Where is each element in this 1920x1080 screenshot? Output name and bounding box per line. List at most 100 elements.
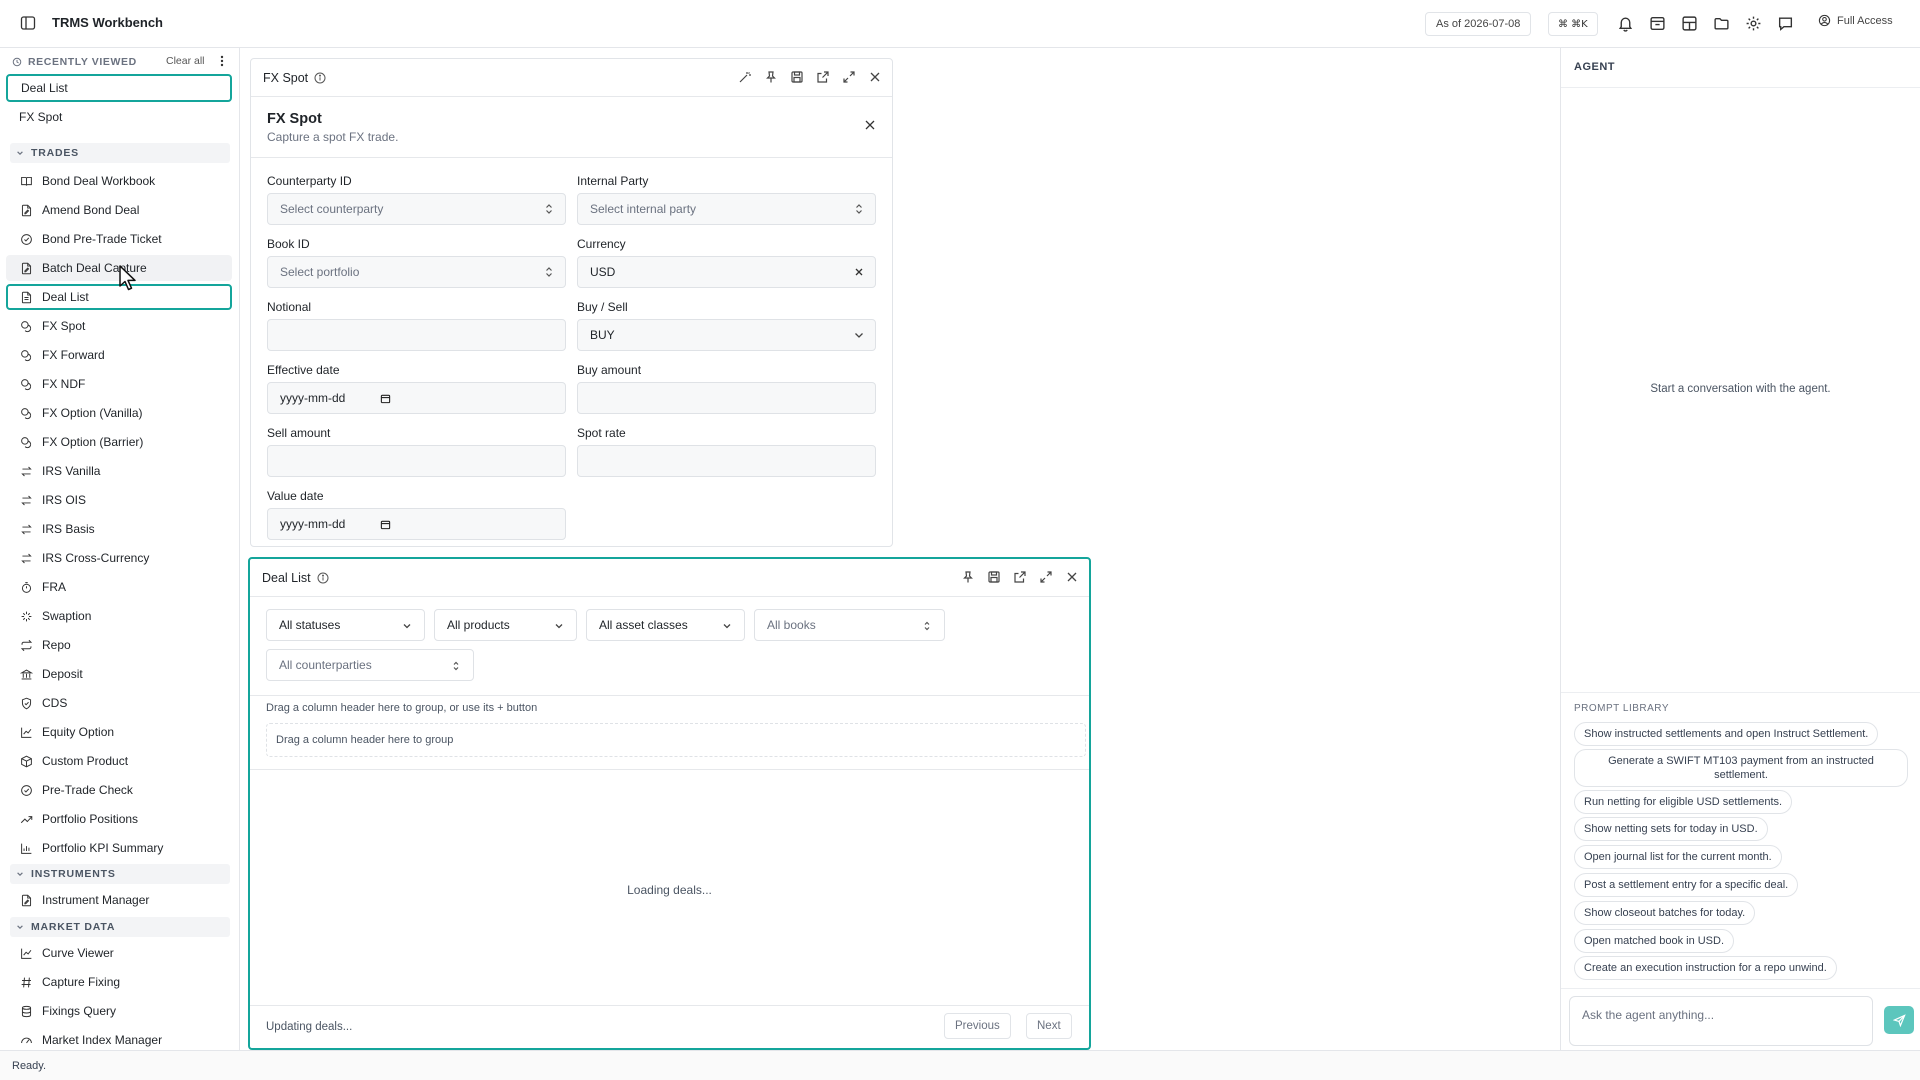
prompt-chip[interactable]: Show instructed settlements and open Ins… xyxy=(1574,722,1879,746)
sidebar-item-equity-option[interactable]: Equity Option xyxy=(6,719,232,745)
effective-date-input[interactable]: yyyy-mm-dd xyxy=(267,382,566,414)
prompt-chip[interactable]: Open journal list for the current month. xyxy=(1574,845,1782,869)
magic-wand-icon[interactable] xyxy=(738,70,752,84)
sidebar-item-amend-bond-deal[interactable]: Amend Bond Deal xyxy=(6,197,232,223)
archive-icon[interactable] xyxy=(1649,15,1666,32)
close-icon[interactable] xyxy=(864,119,876,131)
chevron-down-icon xyxy=(17,925,23,930)
command-palette-button[interactable]: ⌘ ⌘K xyxy=(1548,12,1598,36)
agent-input[interactable]: Ask the agent anything... xyxy=(1569,996,1873,1046)
next-page-button[interactable]: Next xyxy=(1026,1013,1072,1039)
counterparty-filter[interactable]: All counterparties xyxy=(266,649,474,681)
notional-input[interactable] xyxy=(267,319,566,351)
counterparty-select[interactable]: Select counterparty xyxy=(267,193,566,225)
sidebar-item-market-index-manager[interactable]: Market Index Manager xyxy=(6,1027,232,1050)
sidebar-item-bond-pre-trade-ticket[interactable]: Bond Pre-Trade Ticket xyxy=(6,226,232,252)
close-icon[interactable] xyxy=(868,70,882,84)
prompt-chip[interactable]: Show netting sets for today in USD. xyxy=(1574,817,1768,841)
more-vertical-icon[interactable] xyxy=(216,54,228,68)
as-of-date-button[interactable]: As of 2026-07-08 xyxy=(1425,12,1532,36)
recent-item-fx-spot[interactable]: FX Spot xyxy=(6,103,232,131)
maximize-icon[interactable] xyxy=(1039,570,1053,584)
prompt-chip[interactable]: Generate a SWIFT MT103 payment from an i… xyxy=(1574,749,1908,787)
section-market-data[interactable]: MARKET DATA xyxy=(10,917,230,937)
prompt-chip[interactable]: Create an execution instruction for a re… xyxy=(1574,956,1837,980)
sidebar-item-fx-forward[interactable]: FX Forward xyxy=(6,342,232,368)
sidebar-item-deposit[interactable]: Deposit xyxy=(6,661,232,687)
sidebar-item-instrument-manager[interactable]: Instrument Manager xyxy=(6,887,232,913)
chat-icon[interactable] xyxy=(1777,15,1794,32)
book-filter[interactable]: All books xyxy=(754,609,945,641)
sidebar-item-pre-trade-check[interactable]: Pre-Trade Check xyxy=(6,777,232,803)
sidebar-item-swaption[interactable]: Swaption xyxy=(6,603,232,629)
section-instruments[interactable]: INSTRUMENTS xyxy=(10,864,230,884)
folder-icon[interactable] xyxy=(1713,15,1730,32)
value-date-label: Value date xyxy=(267,489,324,503)
clear-icon[interactable] xyxy=(853,266,865,278)
close-icon[interactable] xyxy=(1065,570,1079,584)
divider xyxy=(250,1005,1089,1006)
sidebar-item-fx-spot[interactable]: FX Spot xyxy=(6,313,232,339)
gear-icon[interactable] xyxy=(1745,15,1762,32)
sidebar-item-irs-ois[interactable]: IRS OIS xyxy=(6,487,232,513)
section-trades[interactable]: TRADES xyxy=(10,143,230,163)
sidebar-item-fixings-query[interactable]: Fixings Query xyxy=(6,998,232,1024)
external-link-icon[interactable] xyxy=(1013,570,1027,584)
calendar-icon[interactable] xyxy=(380,519,391,530)
currency-select[interactable]: USD xyxy=(577,256,876,288)
sidebar-item-custom-product[interactable]: Custom Product xyxy=(6,748,232,774)
section-trades-label: TRADES xyxy=(31,147,79,159)
access-level[interactable]: Full Access xyxy=(1818,14,1893,27)
prompt-chip[interactable]: Open matched book in USD. xyxy=(1574,929,1735,953)
prompt-chip[interactable]: Post a settlement entry for a specific d… xyxy=(1574,873,1799,897)
bell-icon[interactable] xyxy=(1617,15,1634,32)
spot-rate-input[interactable] xyxy=(577,445,876,477)
sidebar-item-fx-option-barrier[interactable]: FX Option (Barrier) xyxy=(6,429,232,455)
agent-panel: AGENT Start a conversation with the agen… xyxy=(1560,48,1920,1050)
sidebar-item-irs-basis[interactable]: IRS Basis xyxy=(6,516,232,542)
layout-icon[interactable] xyxy=(1681,15,1698,32)
previous-page-button[interactable]: Previous xyxy=(944,1013,1011,1039)
sidebar-item-portfolio-kpi-summary[interactable]: Portfolio KPI Summary xyxy=(6,835,232,861)
clear-all-link[interactable]: Clear all xyxy=(166,55,205,67)
sidebar-item-fra[interactable]: FRA xyxy=(6,574,232,600)
check-circle-icon xyxy=(21,233,32,245)
sidebar-item-fx-option-vanilla[interactable]: FX Option (Vanilla) xyxy=(6,400,232,426)
access-level-label: Full Access xyxy=(1837,14,1893,27)
send-button[interactable] xyxy=(1884,1006,1914,1034)
sidebar-item-cds[interactable]: CDS xyxy=(6,690,232,716)
sidebar-toggle-icon[interactable] xyxy=(20,15,36,31)
pin-icon[interactable] xyxy=(764,70,778,84)
calendar-icon[interactable] xyxy=(380,393,391,404)
value-date-input[interactable]: yyyy-mm-dd xyxy=(267,508,566,540)
sidebar-item-fx-ndf[interactable]: FX NDF xyxy=(6,371,232,397)
recent-item-deal-list[interactable]: Deal List xyxy=(6,74,232,102)
prompt-chip[interactable]: Run netting for eligible USD settlements… xyxy=(1574,790,1793,814)
group-drop-zone[interactable]: Drag a column header here to group xyxy=(266,723,1086,757)
sidebar-item-portfolio-positions[interactable]: Portfolio Positions xyxy=(6,806,232,832)
sidebar-item-bond-deal-workbook[interactable]: Bond Deal Workbook xyxy=(6,168,232,194)
sidebar-item-repo[interactable]: Repo xyxy=(6,632,232,658)
status-filter[interactable]: All statuses xyxy=(266,609,425,641)
pin-icon[interactable] xyxy=(961,570,975,584)
sidebar-item-curve-viewer[interactable]: Curve Viewer xyxy=(6,940,232,966)
prompt-chip[interactable]: Show closeout batches for today. xyxy=(1574,901,1756,925)
external-link-icon[interactable] xyxy=(816,70,830,84)
book-select[interactable]: Select portfolio xyxy=(267,256,566,288)
product-filter-value: All products xyxy=(447,618,510,632)
save-icon[interactable] xyxy=(987,570,1001,584)
internal-party-select[interactable]: Select internal party xyxy=(577,193,876,225)
save-icon[interactable] xyxy=(790,70,804,84)
sidebar-item-irs-vanilla[interactable]: IRS Vanilla xyxy=(6,458,232,484)
sidebar-item-capture-fixing[interactable]: Capture Fixing xyxy=(6,969,232,995)
info-icon[interactable] xyxy=(317,572,329,584)
buy-amount-input[interactable] xyxy=(577,382,876,414)
sidebar-item-irs-cross-currency[interactable]: IRS Cross-Currency xyxy=(6,545,232,571)
maximize-icon[interactable] xyxy=(842,70,856,84)
product-filter[interactable]: All products xyxy=(434,609,577,641)
info-icon[interactable] xyxy=(314,72,326,84)
asset-class-filter[interactable]: All asset classes xyxy=(586,609,745,641)
sidebar-item-label: FX Forward xyxy=(42,348,105,362)
buy-sell-select[interactable]: BUY xyxy=(577,319,876,351)
sell-amount-input[interactable] xyxy=(267,445,566,477)
